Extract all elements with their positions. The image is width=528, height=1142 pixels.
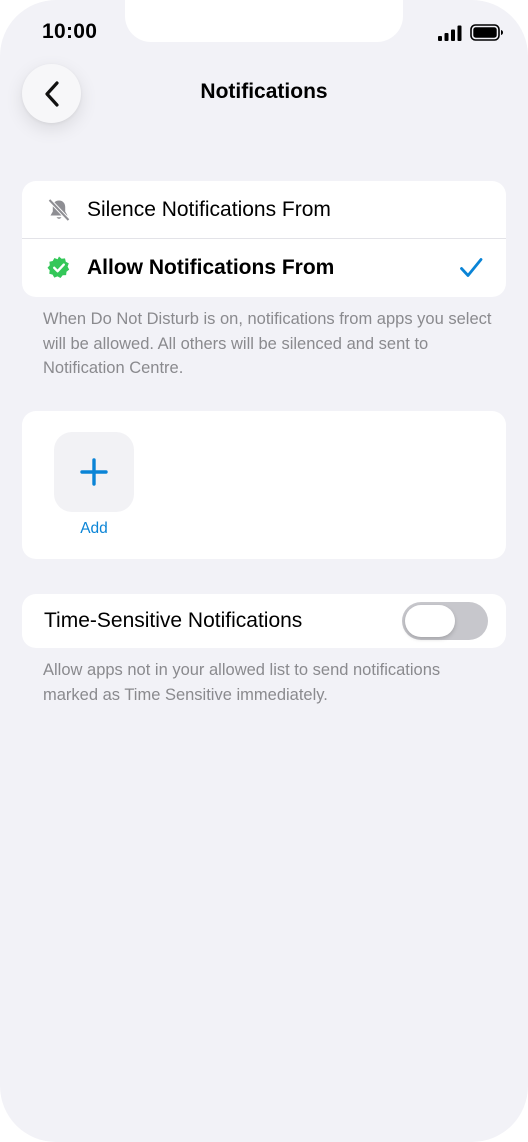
option-allow-notifications[interactable]: Allow Notifications From xyxy=(22,239,506,297)
page-title: Notifications xyxy=(200,80,328,103)
add-app-button[interactable] xyxy=(54,432,134,512)
status-icons xyxy=(438,24,504,41)
cellular-signal-icon xyxy=(438,25,462,41)
status-time: 10:00 xyxy=(42,20,98,43)
option-label: Silence Notifications From xyxy=(87,198,331,221)
toggle-knob xyxy=(405,605,455,637)
checkmark-icon xyxy=(460,258,483,277)
battery-icon xyxy=(470,24,503,41)
time-sensitive-label: Time-Sensitive Notifications xyxy=(44,609,303,632)
allowed-apps-card: Add xyxy=(22,411,506,559)
bell-slash-icon xyxy=(46,197,72,223)
notch xyxy=(125,0,403,42)
add-app-label[interactable]: Add xyxy=(54,520,134,538)
phone-screen: 10:00 Notifications Silence Notification… xyxy=(0,0,528,1142)
time-sensitive-toggle[interactable] xyxy=(402,602,488,640)
plus-icon xyxy=(80,458,108,486)
option-silence-notifications[interactable]: Silence Notifications From xyxy=(22,181,506,239)
mode-footnote: When Do Not Disturb is on, notifications… xyxy=(43,310,492,377)
option-label: Allow Notifications From xyxy=(87,256,335,279)
green-check-badge-icon xyxy=(46,255,72,281)
mode-options-card: Silence Notifications From Allow Notific… xyxy=(22,181,506,297)
time-sensitive-card: Time-Sensitive Notifications xyxy=(22,594,506,648)
time-sensitive-footnote: Allow apps not in your allowed list to s… xyxy=(43,661,441,704)
